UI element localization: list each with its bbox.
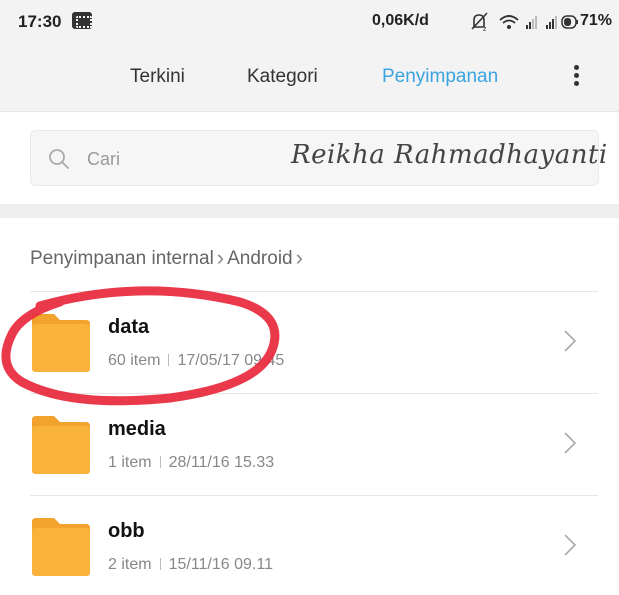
breadcrumb-chevron-icon: ›: [216, 245, 225, 270]
file-name: media: [108, 418, 166, 440]
section-divider: [0, 204, 619, 218]
modified-date: 17/05/17 09.45: [177, 352, 285, 369]
battery-percent: 71%: [580, 12, 613, 29]
bbm-icon: [72, 12, 92, 29]
item-count: 2 item: [108, 556, 152, 573]
more-options-button[interactable]: [566, 62, 586, 92]
file-meta: 2 item 15/11/16 09.11: [108, 556, 273, 574]
tab-kategori[interactable]: Kategori: [247, 66, 318, 88]
file-meta: 1 item 28/11/16 15.33: [108, 454, 274, 472]
file-meta: 60 item 17/05/17 09.45: [108, 352, 284, 370]
list-item[interactable]: media 1 item 28/11/16 15.33: [0, 394, 619, 496]
breadcrumb-item-internal[interactable]: Penyimpanan internal: [30, 248, 214, 269]
status-icons: z: [471, 12, 578, 33]
breadcrumb: Penyimpanan internal › Android ›: [30, 244, 306, 270]
search-input[interactable]: [87, 145, 227, 173]
list-item[interactable]: data 60 item 17/05/17 09.45: [0, 292, 619, 394]
svg-text:z: z: [483, 26, 487, 33]
list-item[interactable]: obb 2 item 15/11/16 09.11: [0, 496, 619, 595]
status-bar: 17:30 0,06K/d z 71%: [0, 0, 619, 44]
more-vert-icon: [573, 65, 579, 70]
search-box[interactable]: Reikha Rahmadhayanti: [30, 130, 607, 186]
tab-bar: Terkini Kategori Penyimpanan: [0, 44, 619, 112]
chevron-right-icon: [564, 330, 577, 352]
wifi-icon: [499, 15, 519, 29]
folder-icon: [32, 416, 90, 474]
tab-terkini[interactable]: Terkini: [130, 66, 185, 88]
battery-icon: [561, 15, 578, 29]
modified-date: 15/11/16 09.11: [168, 556, 273, 573]
item-count: 1 item: [108, 454, 152, 471]
mute-icon: z: [471, 12, 488, 33]
folder-icon: [32, 314, 90, 372]
chevron-right-icon: [564, 432, 577, 454]
breadcrumb-item-android[interactable]: Android: [227, 248, 293, 269]
status-time: 17:30: [18, 12, 62, 31]
watermark-text: Reikha Rahmadhayanti: [291, 140, 608, 170]
signal-icon: [546, 16, 557, 29]
file-name: obb: [108, 520, 145, 542]
signal-icon: [526, 16, 537, 29]
tab-penyimpanan[interactable]: Penyimpanan: [382, 66, 498, 88]
search-icon: [49, 149, 69, 169]
modified-date: 28/11/16 15.33: [168, 454, 275, 471]
file-list: data 60 item 17/05/17 09.45 media 1 item 2…: [0, 292, 619, 595]
breadcrumb-chevron-icon: ›: [295, 245, 303, 270]
chevron-right-icon: [564, 534, 577, 556]
file-name: data: [108, 316, 150, 338]
network-speed: 0,06K/d: [372, 12, 429, 29]
folder-icon: [32, 518, 90, 576]
item-count: 60 item: [108, 352, 161, 369]
search-area: Reikha Rahmadhayanti: [0, 112, 619, 204]
